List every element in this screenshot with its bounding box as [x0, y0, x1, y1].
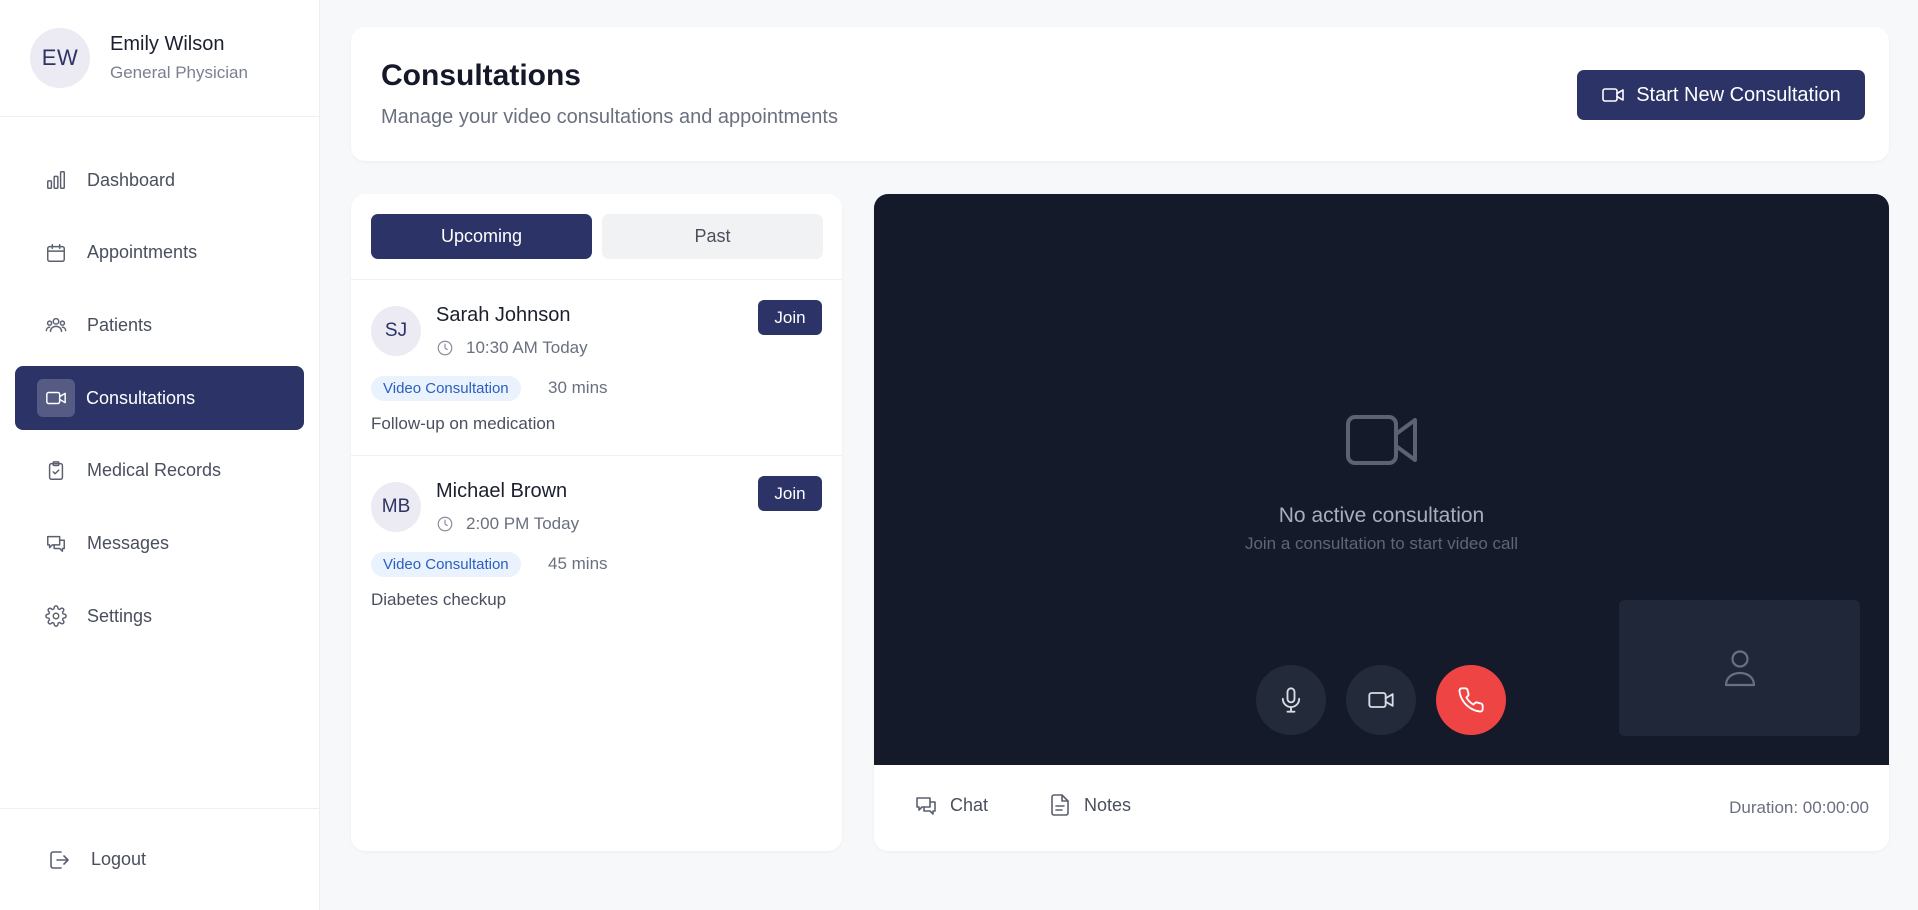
chat-icon [916, 797, 936, 815]
empty-state-hint: Join a consultation to start video call [1244, 534, 1519, 553]
video-footer: Chat Notes Duration: 00:00:00 [874, 765, 1889, 851]
sidebar-item-label: Consultations [86, 387, 196, 408]
time-text: 2:00 PM Today [466, 514, 580, 533]
clock-icon [437, 340, 453, 356]
empty-state-title: No active consultation [1278, 504, 1485, 527]
document-icon [1051, 794, 1069, 816]
calendar-icon [42, 239, 70, 267]
user-profile: EW Emily Wilson General Physician [0, 0, 319, 117]
chat-button[interactable]: Chat [914, 793, 988, 817]
consultation-type-badge: Video Consultation [371, 552, 521, 577]
appointment-time: 10:30 AM Today [436, 338, 588, 358]
page-subtitle: Manage your video consultations and appo… [381, 106, 838, 128]
camera-toggle-button[interactable] [1346, 665, 1416, 735]
video-stage: No active consultation Join a consultati… [874, 194, 1889, 765]
join-button[interactable]: Join [758, 300, 822, 335]
profile-text: Emily Wilson General Physician [110, 33, 248, 83]
avatar: SJ [371, 306, 421, 356]
sidebar-item-label: Dashboard [87, 169, 176, 190]
start-new-consultation-button[interactable]: Start New Consultation [1577, 70, 1865, 120]
sidebar-item-dashboard[interactable]: Dashboard [15, 148, 304, 212]
consultation-card[interactable]: MB Michael Brown 2:00 PM Today Join Vide… [351, 456, 842, 632]
tab-past[interactable]: Past [602, 214, 823, 259]
bar-chart-icon [42, 166, 70, 194]
video-icon [37, 379, 75, 418]
video-icon [1602, 88, 1625, 102]
consultation-duration: 30 mins [548, 378, 608, 397]
consultation-tabs: Upcoming Past [371, 214, 823, 259]
page-title: Consultations [381, 59, 581, 92]
chat-icon [42, 529, 70, 557]
gear-icon [42, 602, 70, 630]
user-role: General Physician [110, 63, 248, 82]
end-call-button[interactable] [1436, 665, 1506, 735]
notes-button[interactable]: Notes [1048, 793, 1131, 817]
users-icon [42, 311, 70, 339]
sidebar-item-appointments[interactable]: Appointments [15, 221, 304, 285]
avatar: MB [371, 482, 421, 532]
avatar: EW [30, 28, 90, 88]
self-view-preview [1619, 600, 1860, 736]
microphone-icon [1281, 687, 1301, 713]
consultation-note: Follow-up on medication [371, 414, 556, 433]
clock-icon [437, 516, 453, 532]
call-duration: Duration: 00:00:00 [1729, 798, 1869, 817]
consultation-note: Diabetes checkup [371, 590, 507, 609]
tab-upcoming[interactable]: Upcoming [371, 214, 592, 259]
user-icon [1724, 650, 1755, 687]
page-header: Consultations Manage your video consulta… [351, 27, 1889, 161]
notes-label: Notes [1084, 794, 1132, 815]
consultation-duration: 45 mins [548, 554, 608, 573]
consultation-list-panel: Upcoming Past SJ Sarah Johnson 10:30 AM … [351, 194, 842, 851]
sidebar: EW Emily Wilson General Physician Dashbo… [0, 0, 320, 910]
video-camera-icon [1345, 412, 1419, 468]
time-text: 10:30 AM Today [466, 338, 588, 357]
sidebar-item-label: Appointments [87, 242, 198, 263]
appointment-time: 2:00 PM Today [436, 514, 579, 534]
sidebar-item-patients[interactable]: Patients [15, 293, 304, 357]
sidebar-item-consultations[interactable]: Consultations [15, 366, 304, 431]
sidebar-item-label: Settings [87, 605, 153, 626]
consultation-card[interactable]: SJ Sarah Johnson 10:30 AM Today Join Vid… [351, 280, 842, 456]
consultation-type-badge: Video Consultation [371, 376, 521, 401]
patient-name: Sarah Johnson [436, 304, 571, 326]
microphone-button[interactable] [1256, 665, 1326, 735]
sidebar-item-settings[interactable]: Settings [15, 584, 304, 648]
sidebar-item-label: Messages [87, 532, 170, 553]
user-name: Emily Wilson [110, 33, 225, 55]
chat-label: Chat [950, 794, 989, 815]
sidebar-item-medical-records[interactable]: Medical Records [15, 439, 304, 503]
start-button-label: Start New Consultation [1636, 83, 1841, 106]
clipboard-icon [42, 457, 70, 485]
logout-section: Logout [0, 808, 320, 910]
logout-icon [50, 850, 69, 869]
logout-label: Logout [91, 849, 147, 869]
sidebar-nav: Dashboard Appointments Patients Consulta… [15, 148, 304, 657]
video-icon [1368, 692, 1394, 708]
patient-name: Michael Brown [436, 480, 568, 502]
logout-button[interactable]: Logout [47, 848, 146, 872]
join-button[interactable]: Join [758, 476, 822, 511]
sidebar-item-label: Medical Records [87, 460, 222, 481]
video-call-panel: No active consultation Join a consultati… [874, 194, 1889, 851]
sidebar-item-label: Patients [87, 314, 153, 335]
phone-icon [1458, 687, 1484, 713]
sidebar-item-messages[interactable]: Messages [15, 511, 304, 575]
